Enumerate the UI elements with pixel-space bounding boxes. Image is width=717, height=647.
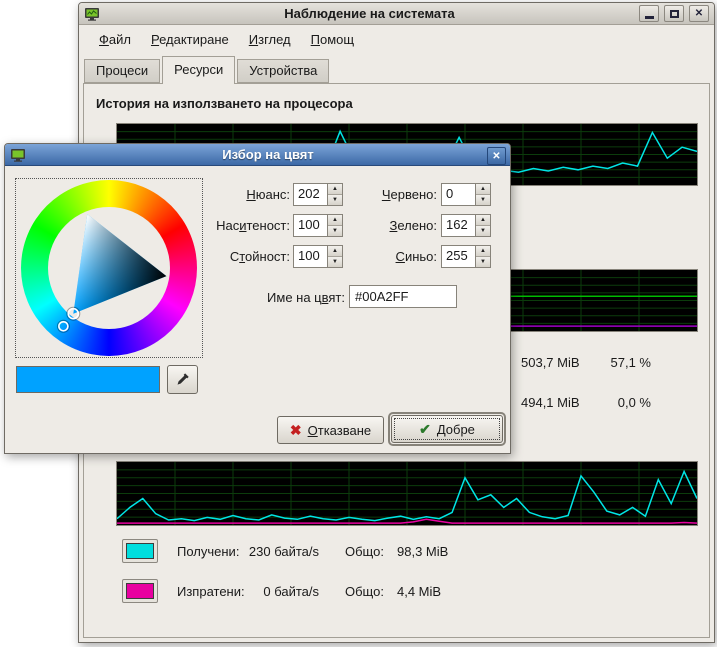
red-input[interactable]: 0 bbox=[442, 184, 475, 205]
ok-button[interactable]: ✔ Добре bbox=[391, 415, 503, 443]
swap-used-percent: 0,0 % bbox=[579, 395, 651, 410]
hue-input[interactable]: 202 bbox=[294, 184, 327, 205]
red-down-button[interactable]: ▼ bbox=[476, 194, 490, 205]
red-label: Червено: bbox=[355, 183, 437, 206]
tab-processes[interactable]: Процеси bbox=[84, 59, 160, 83]
red-spinbox: 0 ▲▼ bbox=[441, 183, 491, 206]
value-down-button[interactable]: ▼ bbox=[328, 256, 342, 267]
hue-label: Нюанс: bbox=[175, 183, 290, 206]
tabbar: Процеси Ресурси Устройства bbox=[84, 57, 331, 84]
close-icon: ✕ bbox=[695, 9, 703, 19]
received-color-swatch[interactable] bbox=[122, 539, 158, 563]
value-input[interactable]: 100 bbox=[294, 246, 327, 267]
green-input[interactable]: 162 bbox=[442, 215, 475, 236]
ok-icon: ✔ bbox=[419, 422, 431, 436]
swap-used-value: 494,1 MiB bbox=[521, 395, 580, 410]
color-name-input[interactable]: #00A2FF bbox=[349, 285, 457, 308]
saturation-spinbox: 100 ▲▼ bbox=[293, 214, 343, 237]
received-color-fill bbox=[126, 543, 154, 559]
saturation-input[interactable]: 100 bbox=[294, 215, 327, 236]
received-total-value: 98,3 MiB bbox=[397, 544, 448, 559]
received-value: 230 байта/s bbox=[227, 544, 319, 559]
minimize-button[interactable] bbox=[639, 5, 659, 22]
minimize-icon bbox=[645, 16, 654, 19]
hue-up-button[interactable]: ▲ bbox=[328, 184, 342, 194]
cancel-button[interactable]: ✖ Отказване bbox=[277, 416, 384, 444]
received-total-label: Общо: bbox=[345, 544, 384, 559]
dialog-app-icon bbox=[10, 147, 26, 163]
window-title: Наблюдение на системата bbox=[105, 6, 634, 21]
network-history-chart bbox=[116, 461, 698, 526]
main-titlebar[interactable]: Наблюдение на системата ✕ bbox=[79, 3, 714, 25]
green-up-button[interactable]: ▲ bbox=[476, 215, 490, 225]
dialog-close-icon: ✕ bbox=[492, 151, 500, 162]
value-spinbox: 100 ▲▼ bbox=[293, 245, 343, 268]
app-icon bbox=[84, 6, 100, 22]
green-label: Зелено: bbox=[355, 214, 437, 237]
blue-down-button[interactable]: ▼ bbox=[476, 256, 490, 267]
color-name-label: Име на цвят: bbox=[230, 286, 345, 309]
blue-spinbox: 255 ▲▼ bbox=[441, 245, 491, 268]
saturation-down-button[interactable]: ▼ bbox=[328, 225, 342, 236]
maximize-button[interactable] bbox=[664, 5, 684, 22]
eyedropper-button[interactable] bbox=[167, 365, 198, 394]
sent-color-fill bbox=[126, 583, 154, 599]
maximize-icon bbox=[670, 10, 679, 18]
sent-value: 0 байта/s bbox=[227, 584, 319, 599]
menu-file[interactable]: Файл bbox=[89, 27, 141, 52]
sent-total-value: 4,4 MiB bbox=[397, 584, 441, 599]
cancel-icon: ✖ bbox=[290, 423, 302, 437]
cancel-label: Отказване bbox=[308, 423, 372, 438]
saturation-up-button[interactable]: ▲ bbox=[328, 215, 342, 225]
tab-devices[interactable]: Устройства bbox=[237, 59, 329, 83]
cpu-section-title: История на използването на процесора bbox=[96, 96, 353, 111]
tab-resources[interactable]: Ресурси bbox=[162, 56, 235, 84]
dialog-title: Избор на цвят bbox=[31, 147, 505, 162]
menu-edit[interactable]: Редактиране bbox=[141, 27, 239, 52]
blue-label: Синьо: bbox=[355, 245, 437, 268]
memory-used-percent: 57,1 % bbox=[579, 355, 651, 370]
dialog-close-button[interactable]: ✕ bbox=[487, 147, 506, 165]
sent-total-label: Общо: bbox=[345, 584, 384, 599]
red-up-button[interactable]: ▲ bbox=[476, 184, 490, 194]
green-down-button[interactable]: ▼ bbox=[476, 225, 490, 236]
eyedropper-icon bbox=[175, 372, 190, 387]
menubar: Файл Редактиране Изглед Помощ bbox=[81, 26, 712, 53]
saturation-value-triangle[interactable] bbox=[21, 180, 197, 356]
menu-view[interactable]: Изглед bbox=[239, 27, 301, 52]
green-spinbox: 162 ▲▼ bbox=[441, 214, 491, 237]
value-up-button[interactable]: ▲ bbox=[328, 246, 342, 256]
hue-down-button[interactable]: ▼ bbox=[328, 194, 342, 205]
memory-used-value: 503,7 MiB bbox=[521, 355, 580, 370]
ok-button-default-ring: ✔ Добре bbox=[388, 412, 506, 446]
close-button[interactable]: ✕ bbox=[689, 5, 709, 22]
hue-spinbox: 202 ▲▼ bbox=[293, 183, 343, 206]
menu-help[interactable]: Помощ bbox=[301, 27, 364, 52]
color-picker-dialog: Избор на цвят ✕ bbox=[4, 143, 511, 454]
ok-label: Добре bbox=[437, 422, 475, 437]
dialog-titlebar[interactable]: Избор на цвят bbox=[5, 144, 510, 166]
saturation-label: Наситеност: bbox=[175, 214, 290, 237]
blue-up-button[interactable]: ▲ bbox=[476, 246, 490, 256]
color-preview bbox=[16, 366, 160, 393]
blue-input[interactable]: 255 bbox=[442, 246, 475, 267]
value-label: Стойност: bbox=[175, 245, 290, 268]
sent-color-swatch[interactable] bbox=[122, 579, 158, 603]
